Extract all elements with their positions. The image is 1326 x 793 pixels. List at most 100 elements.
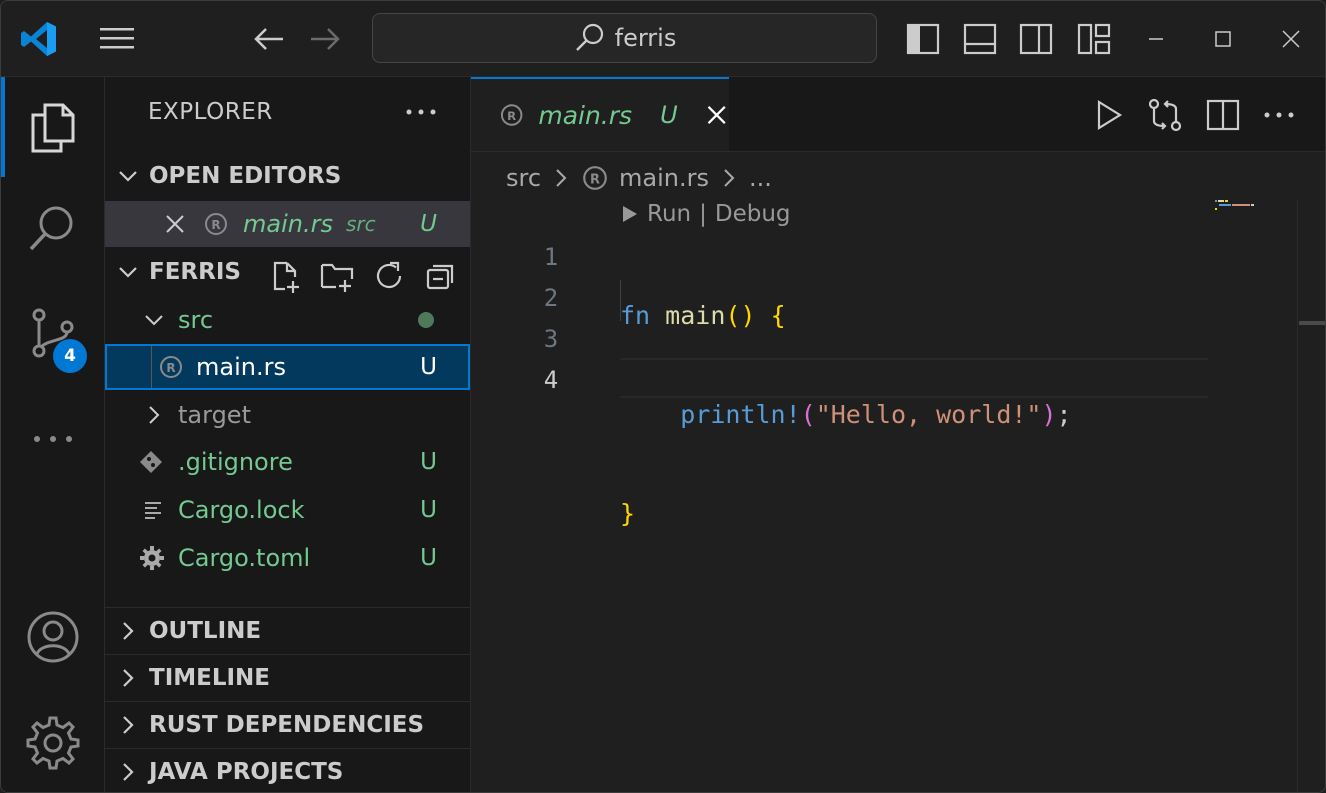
vscode-logo-icon [21,22,56,56]
codelens-debug[interactable]: Debug [715,201,791,227]
collapse-all-icon[interactable] [422,257,460,295]
codelens: Run | Debug [621,201,791,227]
keyword: fn [620,301,651,330]
explorer-files-icon[interactable] [23,97,83,157]
git-status-badge: U [420,545,437,571]
toggle-secondary-sidebar-icon[interactable] [1018,21,1054,57]
tree-item-label: .gitignore [178,448,293,476]
open-changes-icon[interactable] [1145,95,1185,135]
refresh-icon[interactable] [370,257,408,295]
vscode-window: ferris 4 EXPLORER OPEN EDITORS R main.rs… [0,0,1326,793]
toggle-primary-sidebar-icon[interactable] [905,21,941,57]
vertical-scrollbar[interactable] [1297,199,1325,792]
open-editor-filename: main.rs [243,210,333,238]
new-file-icon[interactable] [267,257,305,295]
split-editor-icon[interactable] [1203,95,1243,135]
codelens-separator: | [699,201,707,227]
svg-text:R: R [590,172,600,187]
customize-layout-icon[interactable] [1076,21,1112,57]
code-line: } [620,493,1072,534]
source-control-badge: 4 [53,339,87,373]
java-projects-section[interactable]: JAVA PROJECTS [105,748,470,792]
more-actions-icon[interactable] [1259,95,1299,135]
svg-text:R: R [507,109,516,123]
breadcrumb-more[interactable]: ... [749,164,772,192]
timeline-label: TIMELINE [149,665,271,691]
close-icon[interactable] [163,212,187,236]
breadcrumb-file[interactable]: main.rs [619,164,709,192]
open-editor-item[interactable]: R main.rs src U [105,201,470,247]
code-line: fn main() { [620,295,1072,336]
open-editors-label: OPEN EDITORS [149,163,342,189]
rust-file-icon: R [500,104,523,126]
toggle-panel-icon[interactable] [962,21,998,57]
chevron-down-icon [145,315,163,326]
accounts-icon[interactable] [23,607,83,667]
close-icon[interactable] [704,101,729,129]
more-actions-icon[interactable] [401,95,441,129]
chevron-right-icon [123,762,134,781]
svg-text:R: R [166,361,175,375]
search-icon [575,23,603,51]
line-number: 2 [543,284,559,312]
line-numbers: 1 2 3 4 [521,237,581,401]
more-views-icon[interactable] [23,407,83,467]
chevron-right-icon [123,622,134,640]
new-folder-icon[interactable] [318,257,356,295]
active-indicator [1,77,5,177]
tree-item-label: src [178,306,214,334]
chevron-right-icon [149,406,160,424]
git-file-icon [140,451,162,473]
git-status-badge: U [420,497,437,523]
tree-item-cargo-toml[interactable]: Cargo.toml U [105,535,470,581]
command-center-search[interactable]: ferris [372,13,877,63]
minimize-icon[interactable] [1135,21,1175,57]
lines-file-icon [145,502,161,519]
tree-item-target[interactable]: target [105,392,470,438]
gear-icon [140,546,164,570]
run-icon[interactable] [1088,95,1128,135]
rust-dependencies-label: RUST DEPENDENCIES [149,712,425,738]
close-window-icon[interactable] [1271,21,1311,57]
search-view-icon[interactable] [23,199,83,259]
tab-main-rs[interactable]: R main.rs U [471,77,729,151]
maximize-icon[interactable] [1202,21,1242,57]
punctuation: ( [800,400,816,429]
rust-file-icon: R [160,356,182,378]
scrollbar-cursor-marker [1299,321,1325,325]
manage-gear-icon[interactable] [23,713,83,773]
codelens-run[interactable]: Run [647,201,691,227]
rust-file-icon: R [205,213,227,235]
tree-item-main-rs[interactable]: R main.rs U [105,344,470,390]
code-editor[interactable]: fn main() { println!("Hello, world!"); } [620,237,1072,691]
chevron-down-icon [119,171,137,182]
tree-item-label: target [178,401,251,429]
tree-item-gitignore[interactable]: .gitignore U [105,439,470,485]
title-bar: ferris [1,1,1325,77]
git-status-badge: U [420,211,437,237]
chevron-right-icon [556,169,567,187]
minimap[interactable] [1214,199,1274,213]
back-arrow-icon[interactable] [251,23,287,55]
forward-arrow-icon[interactable] [307,23,343,55]
open-editors-header[interactable]: OPEN EDITORS [105,154,470,198]
menu-icon[interactable] [98,25,138,53]
breadcrumb-folder[interactable]: src [506,164,541,192]
outline-section[interactable]: OUTLINE [105,607,470,654]
tree-item-cargo-lock[interactable]: Cargo.lock U [105,487,470,533]
timeline-section[interactable]: TIMELINE [105,654,470,701]
indent-guide [151,346,152,388]
search-text: ferris [614,24,677,52]
tree-item-src[interactable]: src [105,297,470,343]
chevron-right-icon [123,716,134,734]
java-projects-label: JAVA PROJECTS [149,758,344,785]
punctuation: ; [1056,400,1072,429]
tree-item-label: main.rs [196,353,286,381]
rust-file-icon: R [583,166,607,190]
string-literal: "Hello, world!" [815,400,1042,429]
svg-text:R: R [211,218,220,232]
chevron-right-icon [724,169,735,187]
chevron-down-icon [119,267,137,278]
rust-dependencies-section[interactable]: RUST DEPENDENCIES [105,701,470,748]
